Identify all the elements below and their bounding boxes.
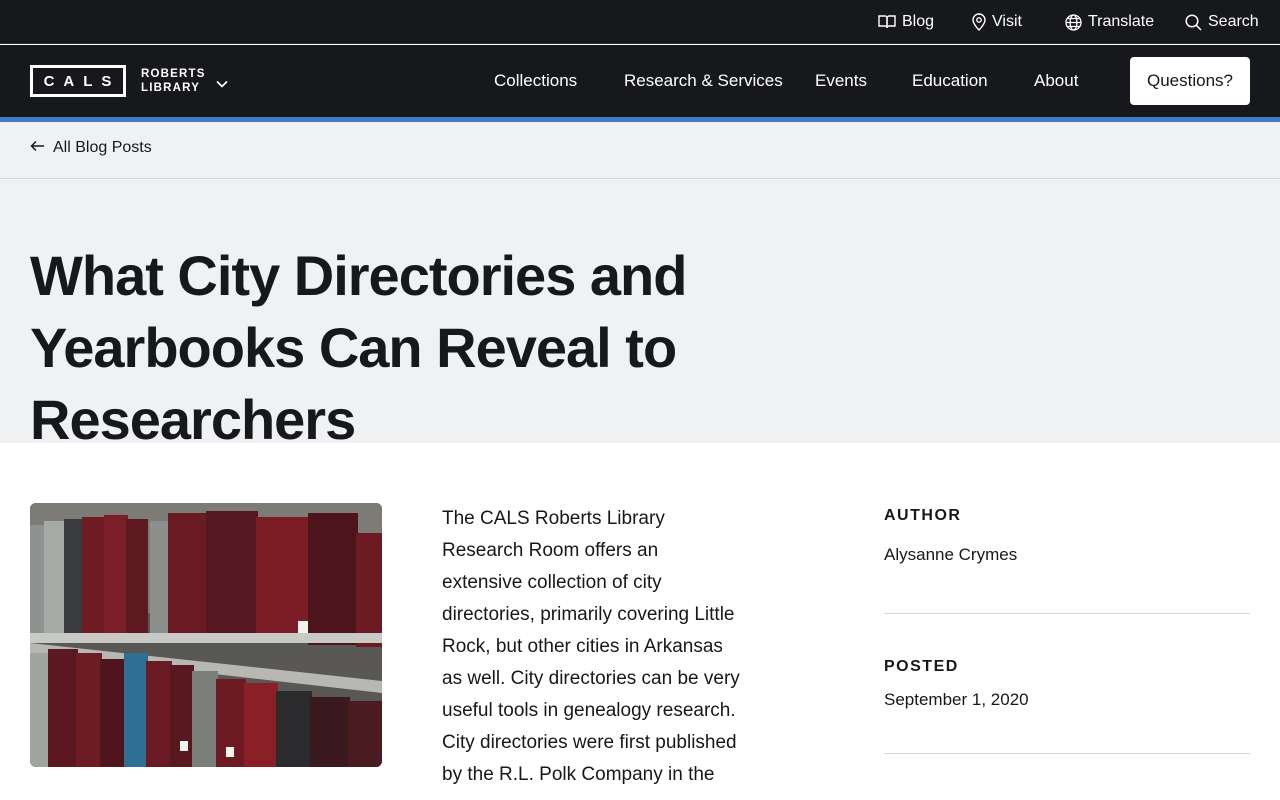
utility-bar: Blog Visit Translate Search xyxy=(0,0,1280,44)
utility-link-blog[interactable]: Blog xyxy=(878,0,934,44)
nav-about[interactable]: About xyxy=(1034,45,1078,117)
article-body: The CALS Roberts Library Research Room o… xyxy=(442,508,740,785)
utility-link-label: Search xyxy=(1208,13,1259,30)
logo-subtitle-line: ROBERTS xyxy=(141,68,206,80)
article-image xyxy=(30,503,382,767)
divider xyxy=(884,613,1250,614)
author-label: AUTHOR xyxy=(884,507,962,524)
utility-link-label: Blog xyxy=(902,13,935,30)
globe-icon xyxy=(1065,13,1082,31)
utility-link-label: Translate xyxy=(1088,13,1155,30)
page-title: What City Directories and Yearbooks Can … xyxy=(30,244,687,451)
nav-education[interactable]: Education xyxy=(912,45,988,117)
logo-wordmark: CALS xyxy=(30,65,126,97)
site-logo[interactable]: CALS ROBERTS LIBRARY xyxy=(30,65,207,97)
chevron-down-icon[interactable] xyxy=(216,75,228,93)
article-hero: All Blog Posts What City Directories and… xyxy=(0,122,1280,451)
logo-subtitle-line: LIBRARY xyxy=(141,82,201,94)
book-icon xyxy=(878,14,896,30)
author-name: Alysanne Crymes xyxy=(884,545,1018,564)
breadcrumb: All Blog Posts xyxy=(0,122,1280,179)
posted-date: September 1, 2020 xyxy=(884,690,1029,709)
nav-research-services[interactable]: Research & Services xyxy=(624,45,783,117)
posted-label: POSTED xyxy=(884,658,959,675)
back-link-label: All Blog Posts xyxy=(53,139,152,156)
arrow-left-icon xyxy=(30,139,45,157)
map-pin-icon xyxy=(972,13,986,31)
nav-collections[interactable]: Collections xyxy=(494,45,577,117)
questions-button[interactable]: Questions? xyxy=(1130,57,1250,105)
utility-link-search[interactable]: Search xyxy=(1185,0,1259,44)
main-navigation: CALS ROBERTS LIBRARY Collections Researc… xyxy=(0,45,1280,117)
logo-subtitle: ROBERTS LIBRARY xyxy=(141,67,207,95)
utility-link-translate[interactable]: Translate xyxy=(1065,0,1154,44)
utility-link-label: Visit xyxy=(992,13,1022,30)
divider xyxy=(884,753,1250,754)
back-to-blog-link[interactable]: All Blog Posts xyxy=(30,139,152,157)
utility-link-visit[interactable]: Visit xyxy=(972,0,1022,44)
search-icon xyxy=(1185,13,1202,31)
nav-events[interactable]: Events xyxy=(815,45,867,117)
